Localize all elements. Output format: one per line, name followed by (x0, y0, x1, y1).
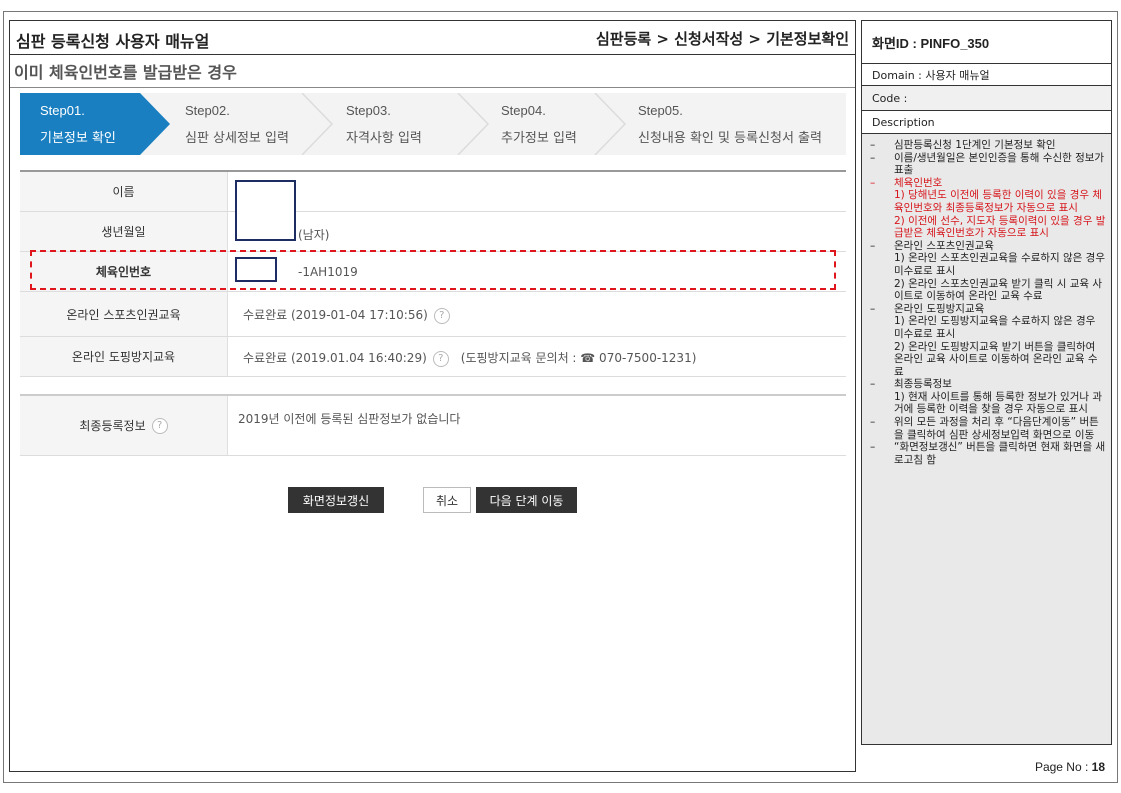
doping-contact: (도핑방지교육 문의처 : ☎ 070-7500-1231) (460, 351, 697, 365)
step-number: Step04. (501, 103, 546, 118)
step-label: 신청내용 확인 및 등록신청서 출력 (638, 131, 822, 146)
step-number: Step01. (40, 103, 85, 118)
description-label: Description (872, 115, 935, 129)
domain-row: Domain : 사용자 매뉴얼 (862, 64, 1111, 86)
domain-text: Domain : 사용자 매뉴얼 (872, 68, 990, 82)
description-line: 1) 당해년도 이전에 등록한 이력이 있을 경우 체육인번호와 최종등록정보가… (894, 189, 1103, 214)
doping-edu-label: 온라인 도핑방지교육 (20, 337, 228, 376)
sports-rights-edu-value: 수료완료 (2019-01-04 17:10:56)? (243, 306, 450, 324)
page-label: Page No : (1034, 760, 1092, 774)
description-line: 온라인 도핑방지교육 (894, 302, 985, 315)
description-list: – 심판등록신청 1단계인 기본정보 확인 – 이름/생년월일은 본인인증을 통해 수… (870, 139, 1106, 466)
row-doping-edu: 온라인 도핑방지교육 수료완료 (2019.01.04 16:40:29)? (도… (20, 337, 846, 377)
divider (10, 87, 855, 88)
cancel-button[interactable]: 취소 (423, 487, 471, 513)
description-line: 체육인번호 (894, 176, 943, 189)
step-label: 추가정보 입력 (501, 131, 577, 146)
step-label: 기본정보 확인 (40, 131, 116, 146)
step-separator (457, 93, 490, 155)
description-line: 1) 온라인 스포츠인권교육을 수료하지 않은 경우 미수료로 표시 (894, 252, 1106, 277)
description-line: 1) 현재 사이트를 통해 등록한 정보가 있거나 과거에 등록한 이력을 찾을… (894, 390, 1103, 416)
step-separator (594, 93, 627, 155)
description-item: – 심판등록신청 1단계인 기본정보 확인 (870, 139, 1106, 152)
redacted-box (235, 180, 296, 241)
step-label: 자격사항 입력 (346, 131, 422, 146)
code-row: Code : (862, 86, 1111, 111)
bullet-dash: – (870, 302, 876, 315)
row-sports-rights-edu: 온라인 스포츠인권교육 수료완료 (2019-01-04 17:10:56)? (20, 292, 846, 337)
description-line: 2) 온라인 스포츠인권교육 받기 클릭 시 교육 사이트로 이동하여 온라인 … (894, 277, 1103, 303)
bullet-dash: – (870, 239, 876, 252)
bullet-dash: – (870, 151, 876, 164)
description-line: 2) 온라인 도핑방지교육 받기 버튼을 클릭하여 온라인 교육 사이트로 이동… (894, 340, 1098, 378)
row-birth: 생년월일 (남자) (20, 212, 846, 252)
screen-id-row: 화면ID : PINFO_350 (862, 21, 1111, 64)
description-line: 최종등록정보 (894, 378, 952, 391)
step-separator (301, 93, 334, 155)
description-line: 1) 온라인 도핑방지교육을 수료하지 않은 경우 미수료로 표시 (894, 315, 1096, 340)
description-row: Description (862, 111, 1111, 134)
doping-edu-status: 수료완료 (2019.01.04 16:40:29) (243, 351, 427, 365)
help-icon[interactable]: ? (433, 307, 450, 324)
description-line: 심판등록신청 1단계인 기본정보 확인 (894, 139, 1056, 151)
highlight-athlete-number (30, 250, 836, 290)
description-item: – 체육인번호 1) 당해년도 이전에 등록한 이력이 있을 경우 체육인번호와 최… (870, 177, 1106, 240)
code-text: Code : (872, 91, 908, 105)
next-step-button[interactable]: 다음 단계 이동 (476, 487, 577, 513)
bullet-dash: – (870, 139, 876, 151)
description-item: – 온라인 스포츠인권교육 1) 온라인 스포츠인권교육을 수료하지 않은 경우 미… (870, 240, 1106, 303)
help-icon[interactable]: ? (432, 350, 449, 367)
manual-header: 심판 등록신청 사용자 매뉴얼 심판등록 > 신청서작성 > 기본정보확인 (10, 21, 855, 55)
bullet-dash: – (870, 378, 876, 391)
page-number: Page No : 18 (1000, 760, 1105, 774)
description-item: – 최종등록정보 1) 현재 사이트를 통해 등록한 정보가 있거나 과거에 등록한… (870, 378, 1106, 416)
bullet-dash: – (870, 441, 876, 454)
description-line: 온라인 스포츠인권교육 (894, 239, 994, 252)
bullet-dash: – (870, 416, 876, 429)
manual-title: 심판 등록신청 사용자 매뉴얼 (16, 32, 210, 51)
description-item: – 이름/생년월일은 본인인증을 통해 수신한 정보가 표출 (870, 152, 1106, 177)
name-label: 이름 (20, 172, 228, 211)
breadcrumb: 심판등록 > 신청서작성 > 기본정보확인 (595, 30, 849, 48)
row-name: 이름 (20, 172, 846, 212)
final-registration-label: 최종등록정보? (20, 396, 228, 455)
sports-rights-edu-status: 수료완료 (2019-01-04 17:10:56) (243, 308, 428, 322)
final-registration-label-text: 최종등록정보 (79, 419, 146, 433)
birth-label: 생년월일 (20, 212, 228, 251)
sports-rights-edu-label: 온라인 스포츠인권교육 (20, 292, 228, 336)
description-item: – “화면정보갱신” 버튼을 클릭하면 현재 화면을 새로고침 함 (870, 441, 1106, 466)
description-line: 이름/생년월일은 본인인증을 통해 수신한 정보가 표출 (894, 151, 1105, 177)
description-item: – 위의 모든 과정을 처리 후 “다음단계이동” 버튼을 클릭하여 심판 상세정… (870, 416, 1106, 441)
description-item: – 온라인 도핑방지교육 1) 온라인 도핑방지교육을 수료하지 않은 경우 미수료… (870, 303, 1106, 379)
bullet-dash: – (870, 176, 876, 189)
final-registration-value: 2019년 이전에 등록된 심판정보가 없습니다 (238, 412, 461, 426)
description-line: 위의 모든 과정을 처리 후 “다음단계이동” 버튼을 클릭하여 심판 상세정보… (894, 416, 1099, 441)
page-number-value: 18 (1091, 760, 1105, 774)
description-line: “화면정보갱신” 버튼을 클릭하면 현재 화면을 새로고침 함 (894, 441, 1106, 466)
help-icon[interactable]: ? (151, 417, 168, 434)
step-number: Step03. (346, 103, 391, 118)
screen-id: 화면ID : PINFO_350 (872, 35, 990, 51)
step-label: 심판 상세정보 입력 (185, 131, 289, 146)
step-number: Step02. (185, 103, 230, 118)
step-number: Step05. (638, 103, 683, 118)
row-final-registration: 최종등록정보? 2019년 이전에 등록된 심판정보가 없습니다 (20, 396, 846, 456)
gender-text: (남자) (298, 228, 330, 242)
doping-edu-value: 수료완료 (2019.01.04 16:40:29)? (도핑방지교육 문의처 :… (243, 349, 696, 367)
step-progress-bar: Step01. 기본정보 확인 Step02. 심판 상세정보 입력 Step0… (20, 93, 846, 155)
section-subtitle: 이미 체육인번호를 발급받은 경우 (14, 63, 237, 82)
refresh-button[interactable]: 화면정보갱신 (288, 487, 384, 513)
description-panel: 화면ID : PINFO_350 Domain : 사용자 매뉴얼 Code :… (861, 20, 1112, 745)
description-line: 2) 이전에 선수, 지도자 등록이력이 있을 경우 발급받은 체육인번호가 자… (894, 214, 1106, 240)
